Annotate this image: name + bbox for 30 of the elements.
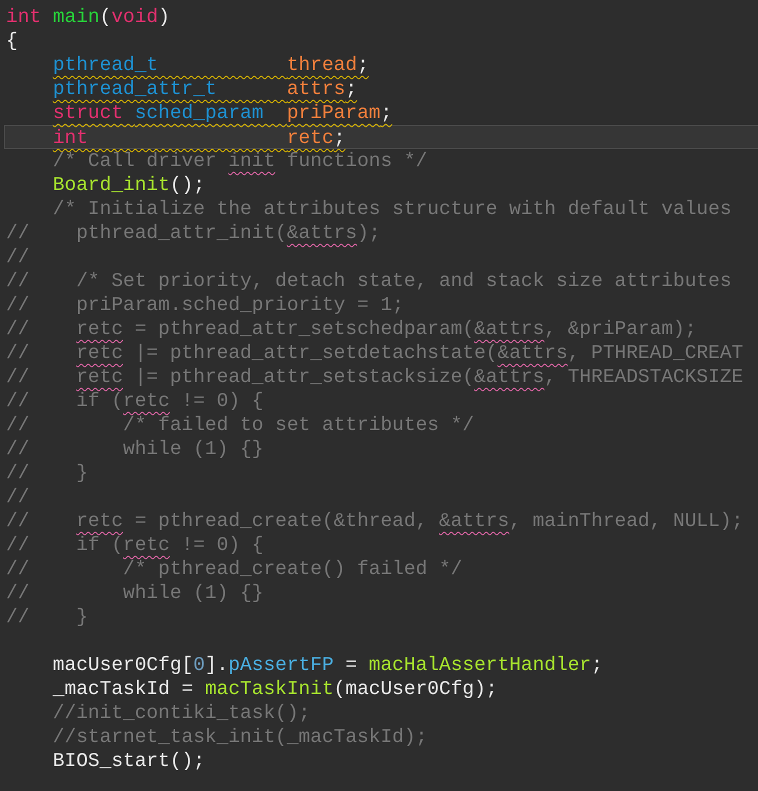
code-line: // if (retc != 0) { [5,533,264,557]
code-line: // retc = pthread_create(&thread, &attrs, mainThread, NULL); [5,509,744,533]
code-line: pthread_attr_t attrs; [52,77,358,101]
code-line: int main(void) [5,5,171,29]
code-line: Board_init(); [52,173,206,197]
code-line: macUser0Cfg[0].pAssertFP = macHalAssertHandler; [52,653,604,677]
code-line: // } [5,461,89,485]
code-line: // [5,245,30,269]
code-line: // /* Set priority, detach state, and stack size attributes [5,269,733,293]
code-line: /* Initialize the attributes structure with default values [52,197,733,221]
code-line: // while (1) {} [5,581,264,605]
code-line: // while (1) {} [5,437,264,461]
code-line: // retc |= pthread_attr_setdetachstate(&attrs, PTHREAD_CREAT [5,341,744,365]
code-line: // retc |= pthread_attr_setstacksize(&attrs, THREADSTACKSIZE [5,365,744,389]
code-line: // /* failed to set attributes */ [5,413,476,437]
code-line: // if (retc != 0) { [5,389,264,413]
code-line: //init_contiki_task(); [52,701,312,725]
code-line: { [5,29,19,53]
code-line: // /* pthread_create() failed */ [5,557,464,581]
code-line: // pthread_attr_init(&attrs); [5,221,382,245]
code-line: // } [5,605,89,629]
code-line: // retc = pthread_attr_setschedparam(&attrs, &priParam); [5,317,698,341]
code-line: BIOS_start(); [52,749,206,773]
code-line: // [5,485,30,509]
code-line: // priParam.sched_priority = 1; [5,293,405,317]
code-line: _macTaskId = macTaskInit(macUser0Cfg); [52,677,498,701]
code-line: //starnet_task_init(_macTaskId); [52,725,428,749]
code-line: pthread_t thread; [52,53,370,77]
code-line: struct sched_param priParam; [52,101,394,125]
code-line: /* Call driver init functions */ [52,149,428,173]
